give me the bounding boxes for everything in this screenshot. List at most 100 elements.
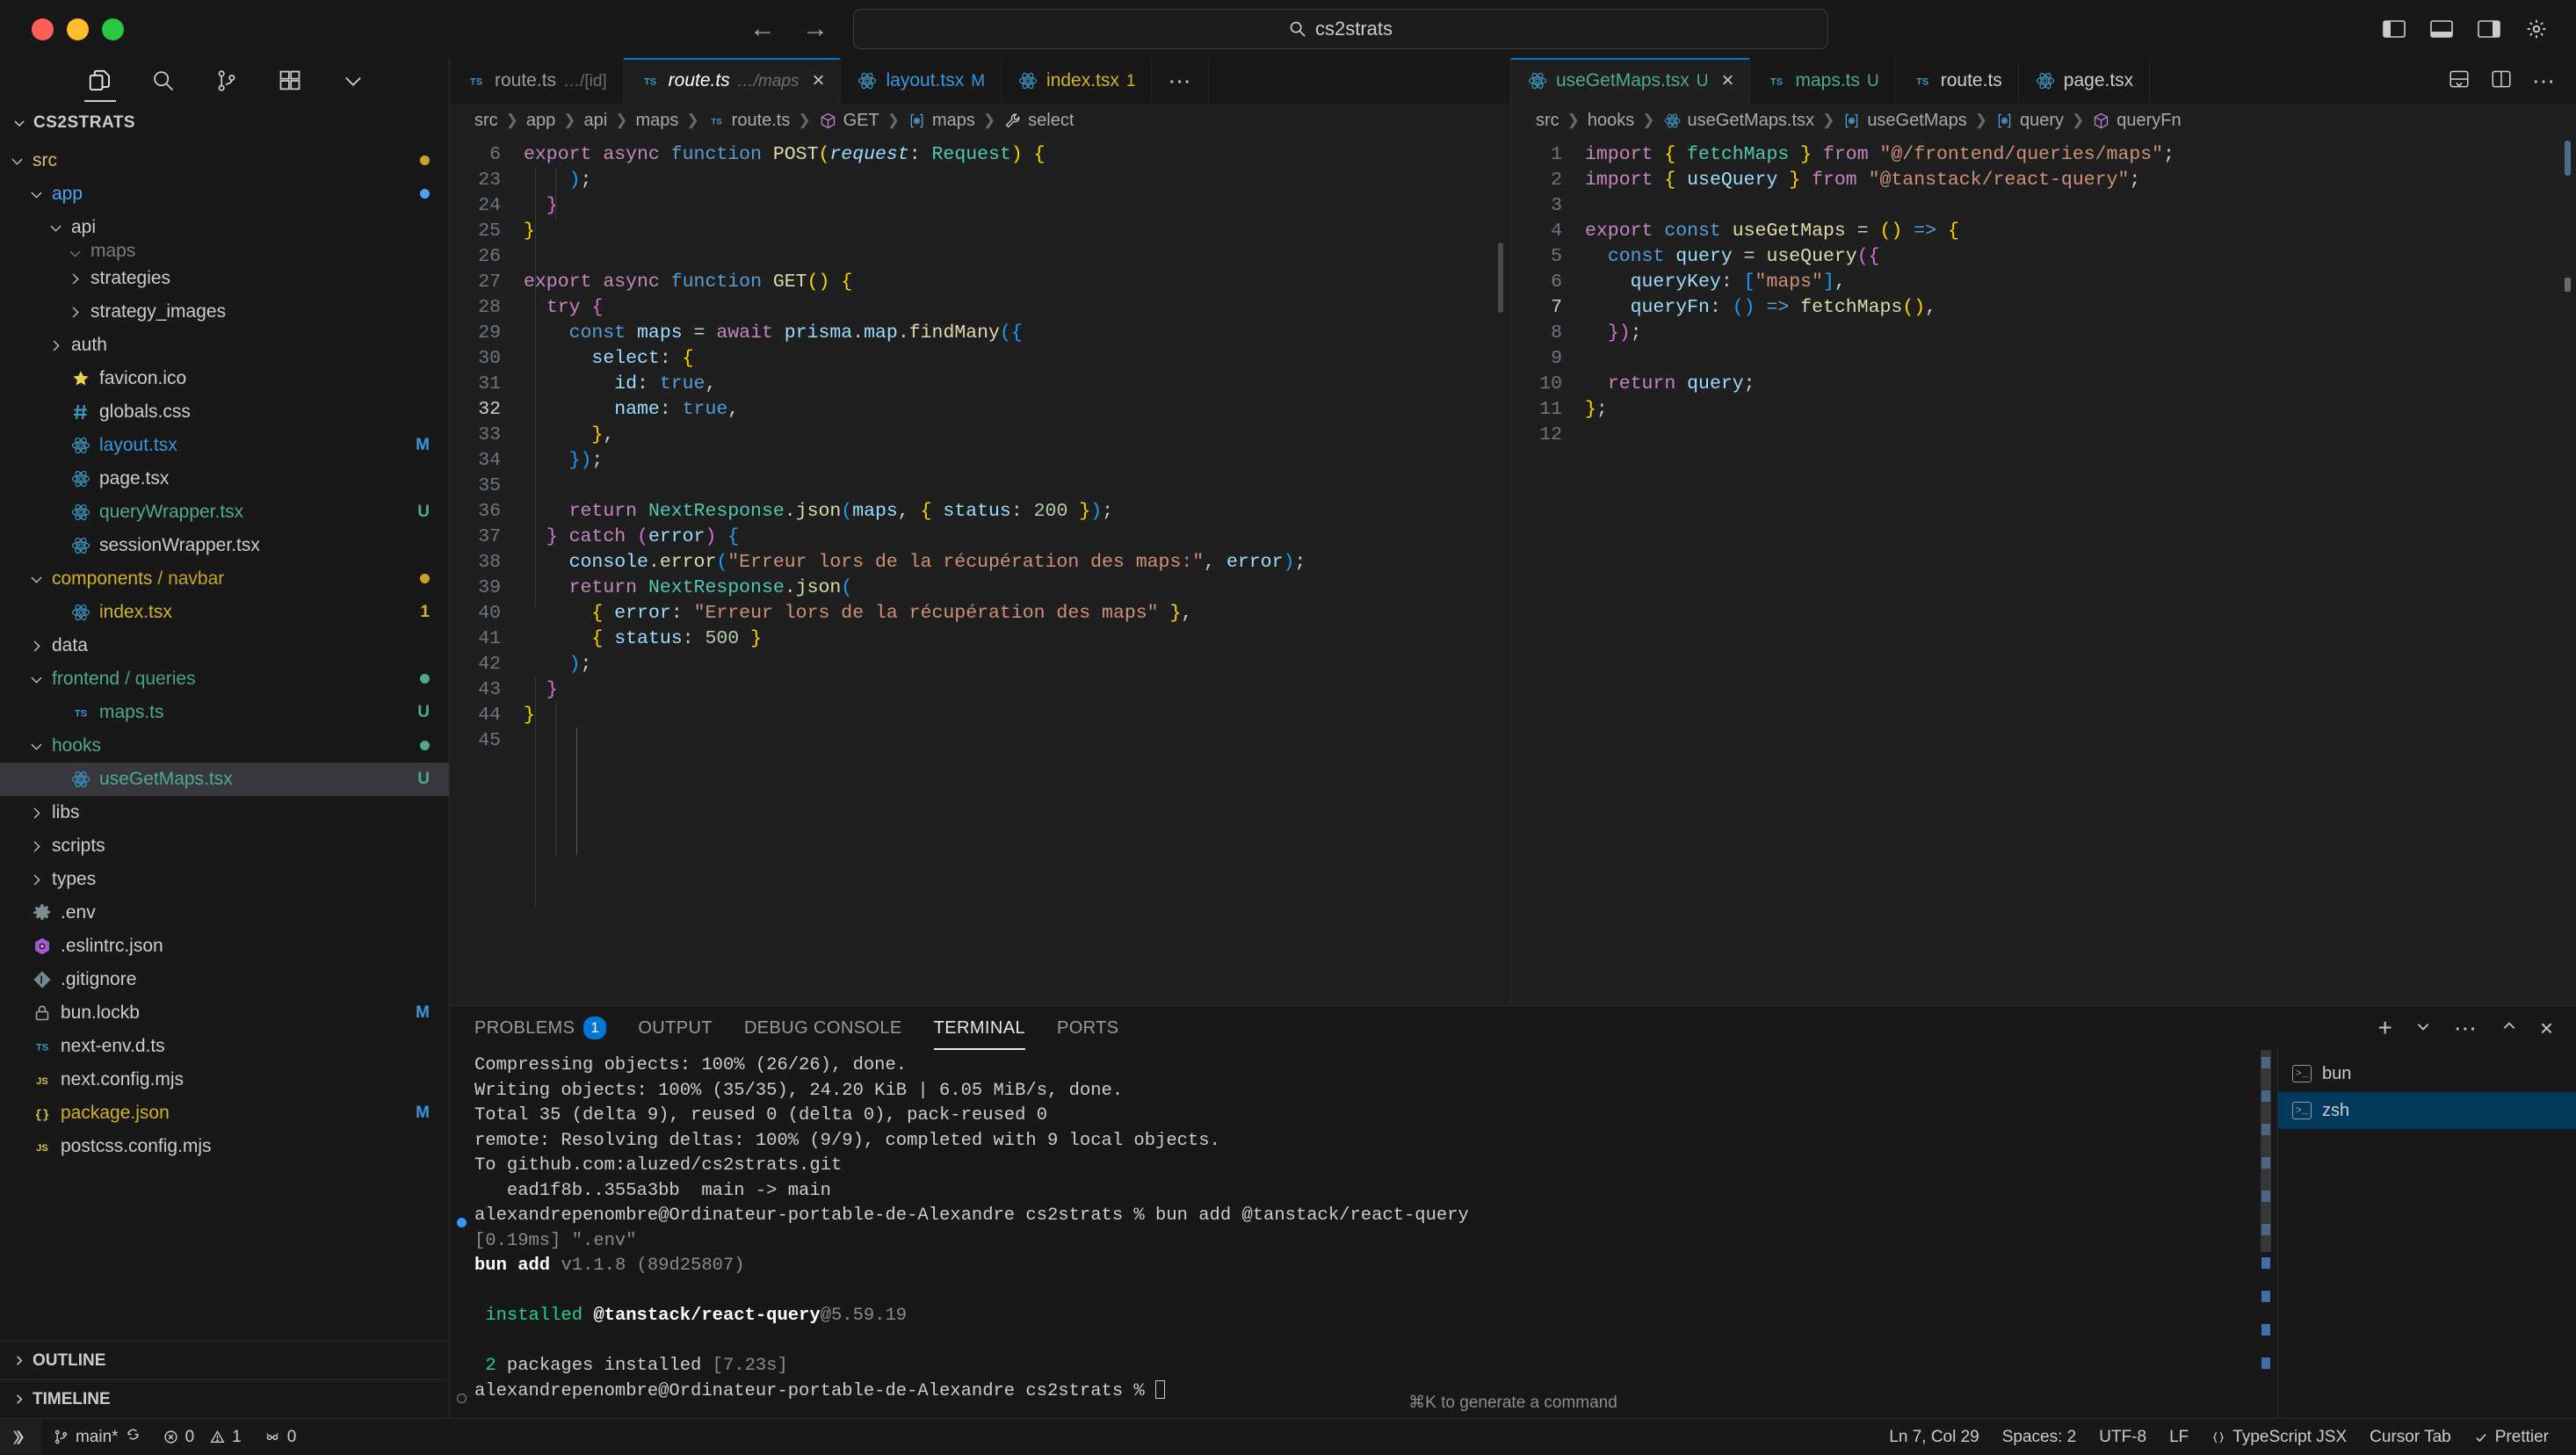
- tree-file-row[interactable]: page.tsx: [0, 462, 449, 496]
- tree-folder-row[interactable]: api: [0, 211, 449, 244]
- code-editor-left[interactable]: 6 export async function POST(request: Req…: [450, 137, 1510, 1005]
- breadcrumb-item[interactable]: src: [1536, 111, 1559, 131]
- go-forward-icon[interactable]: →: [800, 16, 830, 42]
- command-center-search[interactable]: cs2strats: [853, 9, 1828, 49]
- tab-bar-left[interactable]: TS route.ts …/[id] TS route.ts …/maps × layout.…: [450, 58, 1510, 104]
- tab-close-icon[interactable]: ×: [812, 70, 824, 91]
- tree-file-row[interactable]: queryWrapper.tsx U: [0, 496, 449, 529]
- tree-file-row[interactable]: index.tsx 1: [0, 596, 449, 629]
- editor-tab[interactable]: page.tsx: [2018, 58, 2151, 104]
- tree-folder-row[interactable]: auth: [0, 329, 449, 362]
- tree-file-row[interactable]: JS postcss.config.mjs: [0, 1130, 449, 1163]
- code-line[interactable]: 36 return NextResponse.json(maps, { stat…: [450, 499, 1510, 525]
- code-line[interactable]: 5 const query = useQuery({: [1511, 244, 2576, 270]
- code-line[interactable]: 38 console.error("Erreur lors de la récu…: [450, 550, 1510, 575]
- outline-section-header[interactable]: OUTLINE: [0, 1341, 449, 1379]
- editor-tab[interactable]: TS maps.ts U: [1750, 58, 1896, 104]
- tab-bar-right[interactable]: useGetMaps.tsx U × TS maps.ts U TS route.ts page…: [1511, 58, 2576, 104]
- status-eol[interactable]: LF: [2158, 1419, 2200, 1455]
- panel-tab[interactable]: PORTS: [1057, 1006, 1119, 1050]
- editor-tab[interactable]: index.tsx 1: [1002, 58, 1153, 104]
- breadcrumb-left[interactable]: src ❯ app ❯ api ❯ maps ❯ TS route.ts ❯ GET ❯ maps ❯ sel…: [450, 104, 1510, 137]
- code-line[interactable]: 37 } catch (error) {: [450, 525, 1510, 550]
- tree-folder-row[interactable]: hooks: [0, 729, 449, 763]
- breadcrumb-right[interactable]: src ❯ hooks ❯ useGetMaps.tsx ❯ useGetMaps ❯ quer…: [1511, 104, 2576, 137]
- code-line[interactable]: 6 export async function POST(request: Req…: [450, 142, 1510, 168]
- terminal-dropdown-icon[interactable]: [2415, 1018, 2431, 1039]
- editor-scrollbar[interactable]: [2565, 141, 2571, 176]
- maximize-panel-icon[interactable]: [2501, 1018, 2517, 1039]
- tree-folder-row[interactable]: components / navbar: [0, 562, 449, 596]
- status-cursor-tab[interactable]: Cursor Tab: [2358, 1419, 2463, 1455]
- breadcrumb-item[interactable]: select: [1003, 111, 1074, 131]
- tree-folder-row[interactable]: strategy_images: [0, 295, 449, 329]
- status-problems[interactable]: 0 1: [152, 1419, 253, 1455]
- activity-search-button[interactable]: [132, 58, 195, 104]
- terminal-list-item[interactable]: >_ zsh: [2278, 1092, 2576, 1129]
- status-cursor-position[interactable]: Ln 7, Col 29: [1878, 1419, 1990, 1455]
- code-line[interactable]: 28 try {: [450, 295, 1510, 321]
- code-line[interactable]: 9: [1511, 346, 2576, 372]
- tree-file-row[interactable]: .eslintrc.json: [0, 930, 449, 963]
- breadcrumb-item[interactable]: src: [474, 111, 498, 131]
- tree-file-row[interactable]: {} package.json M: [0, 1097, 449, 1130]
- breadcrumb-item[interactable]: useGetMaps: [1842, 111, 1967, 131]
- code-line[interactable]: 31 id: true,: [450, 372, 1510, 397]
- code-editor-right[interactable]: 1 import { fetchMaps } from "@/frontend/q…: [1511, 137, 2576, 1005]
- activity-extensions-button[interactable]: [258, 58, 322, 104]
- tree-file-row[interactable]: useGetMaps.tsx U: [0, 763, 449, 796]
- terminal-list-item[interactable]: >_ bun: [2278, 1055, 2576, 1092]
- tree-file-row[interactable]: TS next-env.d.ts: [0, 1030, 449, 1063]
- code-line[interactable]: 4 export const useGetMaps = () => {: [1511, 219, 2576, 244]
- tree-file-row[interactable]: layout.tsx M: [0, 429, 449, 462]
- tab-close-icon[interactable]: ×: [1721, 70, 1733, 91]
- panel-tab[interactable]: OUTPUT: [638, 1006, 713, 1050]
- tree-folder-row[interactable]: data: [0, 629, 449, 662]
- code-line[interactable]: 39 return NextResponse.json(: [450, 575, 1510, 601]
- code-line[interactable]: 11};: [1511, 397, 2576, 423]
- activity-more-button[interactable]: [322, 58, 385, 104]
- panel-tab[interactable]: TERMINAL: [933, 1006, 1026, 1050]
- code-line[interactable]: 10 return query;: [1511, 372, 2576, 397]
- tree-folder-row[interactable]: strategies: [0, 262, 449, 295]
- close-panel-icon[interactable]: ×: [2540, 1017, 2553, 1039]
- tree-file-row[interactable]: .gitignore: [0, 963, 449, 996]
- code-line[interactable]: 3: [1511, 193, 2576, 219]
- tree-file-row[interactable]: favicon.ico: [0, 362, 449, 395]
- status-language-mode[interactable]: TypeScript JSX: [2200, 1419, 2358, 1455]
- go-back-icon[interactable]: ←: [748, 16, 778, 42]
- terminal-scrollbar-thumb[interactable]: [2261, 1050, 2271, 1252]
- tree-folder-row[interactable]: app: [0, 177, 449, 211]
- editor-tab[interactable]: TS route.ts: [1895, 58, 2019, 104]
- split-editor-down-icon[interactable]: [2448, 68, 2471, 95]
- code-line[interactable]: 25}: [450, 219, 1510, 244]
- editor-tab[interactable]: useGetMaps.tsx U ×: [1511, 58, 1751, 104]
- terminal-output[interactable]: Compressing objects: 100% (26/26), done.…: [450, 1050, 2277, 1418]
- code-line[interactable]: 42 );: [450, 652, 1510, 677]
- code-line[interactable]: 43 }: [450, 677, 1510, 703]
- tree-folder-row[interactable]: src: [0, 144, 449, 177]
- code-line[interactable]: 34 });: [450, 448, 1510, 474]
- code-line[interactable]: 44}: [450, 703, 1510, 728]
- code-line[interactable]: 30 select: {: [450, 346, 1510, 372]
- editor-tab[interactable]: layout.tsx M: [841, 58, 1002, 104]
- status-ports[interactable]: 0: [253, 1419, 308, 1455]
- code-line[interactable]: 8 });: [1511, 321, 2576, 346]
- breadcrumb-item[interactable]: maps: [636, 111, 679, 131]
- editor-tab[interactable]: TS route.ts …/maps ×: [623, 58, 842, 104]
- activity-source-control-button[interactable]: [195, 58, 258, 104]
- terminal-list[interactable]: >_ bun >_ zsh: [2277, 1050, 2576, 1418]
- toggle-secondary-sidebar-icon[interactable]: [2476, 16, 2502, 42]
- code-line[interactable]: 41 { status: 500 }: [450, 626, 1510, 652]
- terminal-scrollbar[interactable]: [2260, 1050, 2272, 1418]
- tree-file-row[interactable]: globals.css: [0, 395, 449, 429]
- status-prettier[interactable]: Prettier: [2463, 1419, 2560, 1455]
- tree-folder-row[interactable]: maps: [0, 244, 449, 262]
- code-line[interactable]: 29 const maps = await prisma.map.findMan…: [450, 321, 1510, 346]
- status-encoding[interactable]: UTF-8: [2088, 1419, 2158, 1455]
- breadcrumb-item[interactable]: GET: [819, 111, 879, 131]
- toggle-panel-icon[interactable]: [2428, 16, 2455, 42]
- file-tree[interactable]: src app api maps strategies strategy_images au…: [0, 142, 449, 1341]
- status-branch[interactable]: main*: [42, 1419, 152, 1455]
- code-line[interactable]: 35: [450, 474, 1510, 499]
